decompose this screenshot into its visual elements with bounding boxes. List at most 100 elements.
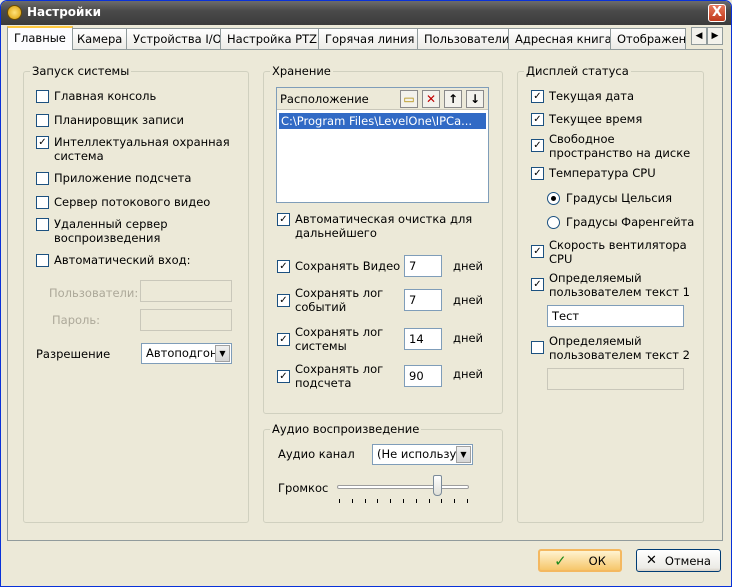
volume-tick	[467, 499, 468, 503]
startup-legend: Запуск системы	[30, 64, 132, 78]
users-label: Пользователи:	[49, 286, 139, 300]
checkbox[interactable]: ✓	[531, 278, 544, 291]
volume-tick	[351, 499, 353, 503]
radio[interactable]	[547, 216, 560, 229]
checkbox[interactable]	[531, 341, 544, 354]
checkbox[interactable]: ✓	[277, 333, 290, 346]
status-fan-speed[interactable]: ✓ Скорость вентилятора CPU	[531, 238, 691, 266]
tab-camera[interactable]: Камера	[70, 28, 130, 49]
custom-text-2-field[interactable]	[547, 368, 684, 390]
checkbox[interactable]: ✓	[277, 370, 290, 383]
keep-system-log-days[interactable]: 14	[404, 328, 442, 350]
tab-hotline[interactable]: Горячая линия	[318, 28, 422, 49]
settings-window: Настройки X Главные Камера Устройства I/…	[0, 0, 732, 587]
check-icon: ✓	[554, 551, 567, 570]
volume-tick	[441, 499, 443, 503]
add-folder-icon[interactable]: ▭	[400, 90, 418, 108]
checkbox[interactable]: ✓	[531, 113, 544, 126]
tab-address-book[interactable]: Адресная книга	[508, 28, 619, 49]
storage-legend: Хранение	[270, 64, 333, 78]
keep-event-log-days[interactable]: 7	[404, 289, 442, 311]
cancel-button[interactable]: ✕ Отмена	[636, 549, 721, 572]
checkbox[interactable]	[36, 114, 49, 127]
status-custom-text-1[interactable]: ✓ Определяемый пользователем текст 1	[531, 271, 696, 299]
tab-scroll-left-icon[interactable]: ◀	[691, 27, 707, 45]
keep-video-row[interactable]: ✓ Сохранять Видео	[277, 259, 400, 273]
startup-main-console[interactable]: Главная консоль	[36, 89, 156, 103]
checkbox[interactable]: ✓	[531, 167, 544, 180]
resolution-select[interactable]: Автоподгон ▼	[141, 343, 232, 364]
days-label: дней	[453, 331, 484, 345]
status-legend: Дисплей статуса	[524, 64, 631, 78]
startup-streaming[interactable]: Сервер потокового видео	[36, 195, 210, 209]
radio-celsius[interactable]: Градусы Цельсия	[547, 191, 672, 205]
checkbox[interactable]: ✓	[277, 260, 290, 273]
resolution-label: Разрешение	[36, 347, 111, 361]
status-current-time[interactable]: ✓ Текущее время	[531, 112, 642, 126]
chevron-down-icon[interactable]: ▼	[215, 345, 230, 362]
keep-video-days[interactable]: 7	[404, 255, 442, 277]
checkbox[interactable]	[36, 218, 49, 231]
status-custom-text-2[interactable]: Определяемый пользователем текст 2	[531, 334, 696, 362]
volume-tick	[428, 499, 430, 503]
close-icon[interactable]: X	[708, 4, 726, 22]
days-label: дней	[453, 259, 484, 273]
status-free-space[interactable]: ✓ Свободное пространство на диске	[531, 132, 701, 160]
audio-channel-select[interactable]: (Не использует ▼	[372, 444, 473, 465]
volume-tick	[403, 499, 404, 503]
tab-scroll-right-icon[interactable]: ▶	[707, 27, 723, 45]
audio-legend: Аудио воспроизведение	[270, 422, 422, 436]
users-field[interactable]	[140, 280, 232, 302]
radio-fahrenheit[interactable]: Градусы Фаренгейта	[547, 215, 694, 229]
checkbox[interactable]	[36, 172, 49, 185]
tab-users[interactable]: Пользователи	[417, 28, 517, 49]
tab-io-devices[interactable]: Устройства I/O	[126, 28, 229, 49]
checkbox[interactable]: ✓	[531, 245, 544, 258]
app-icon	[7, 5, 22, 20]
close-icon: ✕	[646, 553, 657, 568]
status-cpu-temp[interactable]: ✓ Температура CPU	[531, 166, 656, 180]
password-label: Пароль:	[52, 313, 101, 327]
checkbox[interactable]	[36, 196, 49, 209]
volume-tick	[415, 499, 417, 503]
delete-icon[interactable]: ✕	[422, 90, 440, 108]
tab-general[interactable]: Главные	[7, 26, 73, 50]
volume-tick	[454, 499, 456, 503]
checkbox[interactable]: ✓	[36, 136, 49, 149]
checkbox[interactable]: ✓	[277, 294, 290, 307]
startup-remote-playback[interactable]: Удаленный сервер воспроизведения	[36, 217, 186, 245]
checkbox[interactable]	[36, 90, 49, 103]
auto-clean[interactable]: ✓ Автоматическая очистка для дальнейшего	[277, 212, 482, 240]
keep-event-log-row[interactable]: ✓ Сохранять лог событий	[277, 286, 387, 314]
startup-auto-login[interactable]: Автоматический вход:	[36, 253, 190, 267]
custom-text-1-field[interactable]: Тест	[547, 305, 684, 327]
startup-ivs[interactable]: ✓ Интеллектуальная охранная система	[36, 135, 236, 163]
volume-slider-thumb[interactable]	[432, 475, 442, 496]
location-list[interactable]: Расположение ▭ ✕ ↑ ↓ C:\Program Files\Le…	[276, 87, 489, 203]
keep-system-log-row[interactable]: ✓ Сохранять лог системы	[277, 325, 387, 353]
volume-ticks	[339, 499, 469, 504]
checkbox[interactable]: ✓	[277, 213, 290, 226]
chevron-down-icon[interactable]: ▼	[456, 446, 471, 463]
arrow-up-icon[interactable]: ↑	[444, 90, 462, 108]
volume-track[interactable]	[337, 485, 469, 489]
tab-ptz[interactable]: Настройка PTZ	[220, 28, 325, 49]
ok-button[interactable]: ✓ ОК	[538, 549, 622, 572]
status-current-date[interactable]: ✓ Текущая дата	[531, 89, 634, 103]
arrow-down-icon[interactable]: ↓	[466, 90, 484, 108]
keep-counting-log-row[interactable]: ✓ Сохранять лог подсчета	[277, 362, 387, 390]
location-item[interactable]: C:\Program Files\LevelOne\IPCa...	[279, 113, 486, 129]
radio[interactable]	[547, 192, 560, 205]
startup-counting[interactable]: Приложение подсчета	[36, 171, 191, 185]
checkbox[interactable]: ✓	[531, 90, 544, 103]
startup-scheduler[interactable]: Планировщик записи	[36, 113, 184, 127]
password-field[interactable]	[140, 309, 232, 331]
checkbox[interactable]: ✓	[531, 139, 544, 152]
tab-scroll: ◀ ▶	[691, 27, 723, 45]
keep-counting-log-days[interactable]: 90	[404, 365, 442, 387]
volume-tick	[377, 499, 379, 503]
audio-channel-label: Аудио канал	[278, 447, 355, 461]
checkbox[interactable]	[36, 254, 49, 267]
title-bar[interactable]: Настройки X	[1, 1, 731, 25]
tab-display[interactable]: Отображен	[610, 28, 686, 49]
